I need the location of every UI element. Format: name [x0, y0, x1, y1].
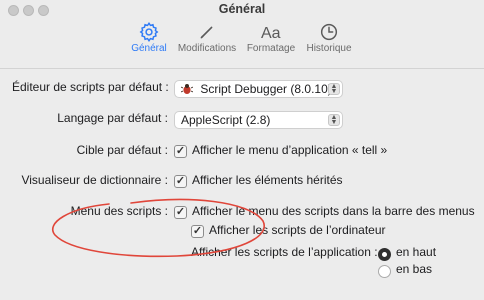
app-scripts-label: Afficher les scripts de l’application :	[191, 245, 378, 259]
scripts-menu-checkbox[interactable]: ✓	[174, 206, 187, 219]
dictionary-checkbox[interactable]: ✓	[174, 175, 187, 188]
target-checkbox[interactable]: ✓	[174, 145, 187, 158]
radio-en-haut-label: en haut	[396, 245, 437, 259]
language-value: AppleScript (2.8)	[181, 113, 271, 127]
computer-scripts-label: Afficher les scripts de l’ordinateur	[209, 223, 386, 237]
tab-historique[interactable]: Historique	[305, 21, 353, 54]
computer-scripts-checkbox[interactable]: ✓	[191, 225, 204, 238]
tab-formatage[interactable]: Aa Formatage	[245, 21, 297, 54]
tab-label: Général	[131, 43, 167, 54]
script-debugger-icon	[180, 84, 194, 94]
dictionary-label: Visualiseur de dictionnaire :	[21, 173, 168, 187]
chevron-updown-icon: ▲ ▼	[328, 114, 340, 126]
tab-general[interactable]: Général	[124, 19, 174, 60]
target-checkbox-label: Afficher le menu d’application « tell »	[192, 143, 388, 157]
svg-text:Aa: Aa	[261, 25, 281, 42]
tab-label: Modifications	[177, 43, 237, 54]
pencil-icon	[200, 26, 213, 39]
editor-popup[interactable]: Script Debugger (8.0.10) ▲ ▼	[174, 80, 343, 98]
radio-en-bas[interactable]	[378, 265, 391, 278]
general-settings-panel: Éditeur de scripts par défaut : Script D…	[0, 69, 484, 300]
editor-label: Éditeur de scripts par défaut :	[12, 80, 169, 94]
language-label: Langage par défaut :	[57, 111, 168, 125]
tab-label: Historique	[306, 43, 352, 54]
scripts-menu-checkbox-label: Afficher le menu des scripts dans la bar…	[192, 204, 475, 218]
clock-icon	[320, 23, 338, 41]
gear-icon	[139, 22, 159, 42]
window-title: Général	[218, 2, 266, 16]
tab-modifications[interactable]: Modifications	[175, 21, 239, 54]
text-format-icon: Aa	[261, 25, 281, 42]
preferences-window: Général Général Modifications Aa Formata…	[0, 0, 484, 300]
tab-label: Formatage	[246, 43, 296, 54]
target-label: Cible par défaut :	[76, 143, 168, 157]
dictionary-checkbox-label: Afficher les éléments hérités	[192, 173, 343, 187]
radio-en-bas-label: en bas	[396, 262, 433, 276]
editor-value: Script Debugger (8.0.10)	[200, 82, 332, 96]
language-popup[interactable]: AppleScript (2.8) ▲ ▼	[174, 111, 343, 129]
scripts-menu-label: Menu des scripts :	[70, 204, 168, 218]
radio-en-haut[interactable]	[378, 248, 391, 261]
toolbar: Général Général Modifications Aa Formata…	[0, 0, 484, 69]
chevron-updown-icon: ▲ ▼	[328, 83, 340, 95]
